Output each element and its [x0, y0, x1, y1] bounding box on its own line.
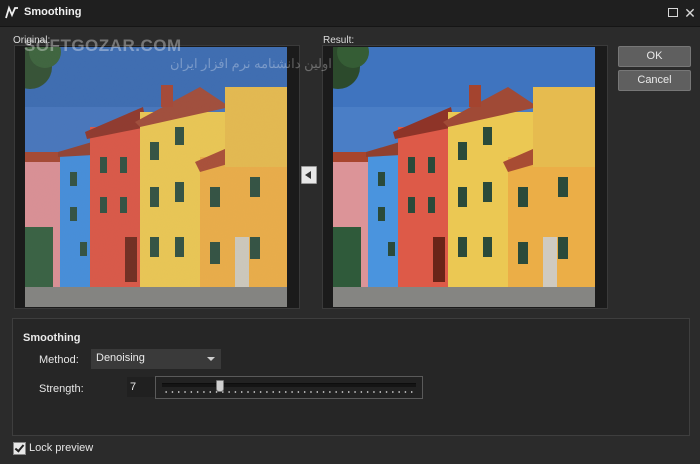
cancel-button[interactable]: Cancel: [618, 70, 691, 91]
slider-thumb[interactable]: [216, 380, 225, 392]
slider-track: [162, 383, 416, 387]
group-title: Smoothing: [23, 332, 81, 344]
maximize-icon[interactable]: [665, 5, 681, 21]
original-image: [25, 47, 287, 307]
title-bar: Smoothing ✕: [0, 0, 700, 27]
result-image: [333, 47, 595, 307]
arrow-left-icon[interactable]: [301, 166, 317, 184]
close-icon[interactable]: ✕: [682, 5, 698, 21]
smoothing-settings-group: Smoothing Method: Denoising Strength:: [12, 318, 690, 436]
strength-slider[interactable]: [155, 376, 423, 399]
strength-input[interactable]: [127, 377, 155, 397]
chevron-down-icon: [207, 357, 215, 361]
app-logo-icon: [5, 5, 18, 19]
method-value: Denoising: [96, 352, 145, 364]
slider-ticks: [163, 391, 415, 393]
watermark-subtext: اولین دانشنامه نرم افزار ایران: [170, 56, 332, 71]
lock-preview-label: Lock preview: [29, 442, 94, 454]
original-preview[interactable]: [14, 45, 300, 309]
window-title: Smoothing: [24, 6, 82, 18]
watermark: SOFTGOZAR.COM: [24, 36, 182, 55]
checkbox-checked-icon[interactable]: [13, 442, 26, 455]
method-dropdown[interactable]: Denoising: [91, 349, 221, 369]
method-label: Method:: [39, 354, 79, 366]
result-preview[interactable]: [322, 45, 608, 309]
strength-label: Strength:: [39, 383, 84, 395]
ok-button[interactable]: OK: [618, 46, 691, 67]
